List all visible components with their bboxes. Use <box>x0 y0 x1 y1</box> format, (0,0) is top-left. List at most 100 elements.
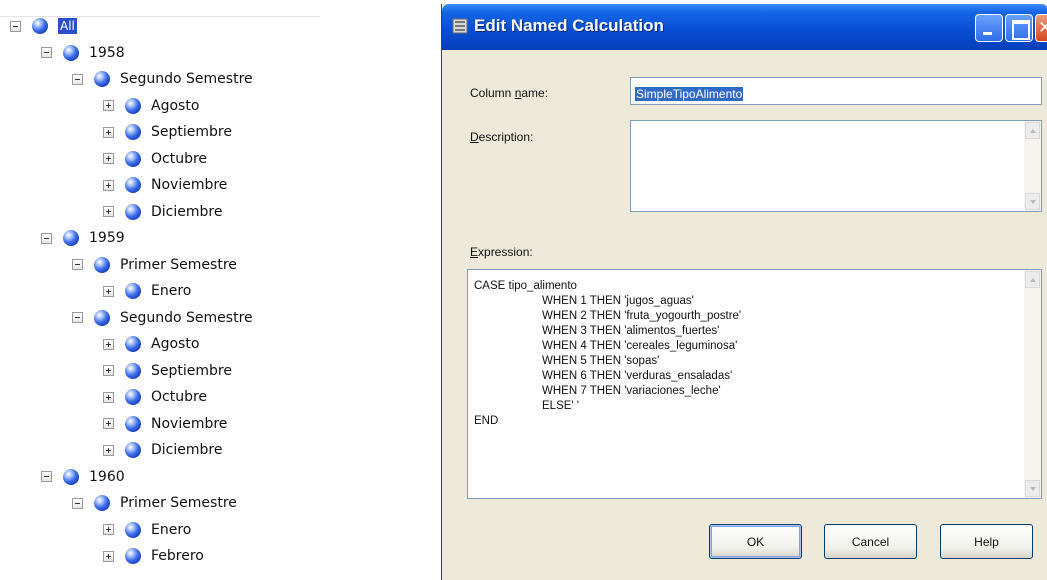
expression-line: WHEN 2 THEN 'fruta_yogourth_postre' <box>542 310 742 322</box>
collapse-icon[interactable] <box>41 47 52 58</box>
tree-node-label: Octubre <box>151 150 208 167</box>
collapse-icon[interactable] <box>72 312 83 323</box>
maximize-button[interactable] <box>1005 14 1033 42</box>
tree-node-label: Noviembre <box>151 177 228 193</box>
tree-node[interactable]: Octubre <box>103 147 207 171</box>
description-textarea[interactable] <box>630 120 1042 212</box>
tree-node[interactable]: All <box>10 14 77 38</box>
column-name-label-post: ame: <box>521 86 549 100</box>
tree-node-label: Primer Semestre <box>120 256 237 273</box>
tree-node[interactable]: Noviembre <box>103 173 227 197</box>
member-sphere-icon <box>125 150 141 167</box>
member-sphere-icon <box>63 230 79 246</box>
expand-icon[interactable] <box>103 153 114 164</box>
tree-node[interactable]: Agosto <box>103 94 199 118</box>
scroll-down-arrow-icon[interactable] <box>1025 193 1040 210</box>
expression-scrollbar[interactable] <box>1024 270 1041 498</box>
expand-icon[interactable] <box>103 126 114 138</box>
tree-node-label: Primer Semestre <box>120 495 237 511</box>
description-label-post: escription: <box>478 130 534 144</box>
tree-node[interactable]: Noviembre <box>103 412 227 436</box>
help-button[interactable]: Help <box>940 524 1033 559</box>
expand-icon[interactable] <box>103 391 114 403</box>
expand-icon[interactable] <box>103 550 114 562</box>
tree-node-label: Septiembre <box>151 124 232 140</box>
expand-icon[interactable] <box>103 524 114 535</box>
expression-textarea[interactable]: CASE tipo_alimento WHEN 1 THEN 'jugos_agu… <box>467 269 1042 499</box>
tree-node-label: 1959 <box>89 230 125 246</box>
cancel-button[interactable]: Cancel <box>824 524 917 559</box>
member-sphere-icon <box>125 362 141 379</box>
tree-node[interactable]: Febrero <box>103 544 204 568</box>
tree-node-label: Segundo Semestre <box>120 71 253 87</box>
collapse-icon[interactable] <box>72 73 83 85</box>
tree-node[interactable]: Agosto <box>103 332 199 356</box>
tree-node-label: Diciembre <box>151 203 223 220</box>
column-name-input[interactable]: SimpleTipoAlimento <box>630 77 1042 105</box>
tree-node[interactable]: Septiembre <box>103 359 232 383</box>
close-button[interactable] <box>1035 14 1047 42</box>
tree-node-label: Septiembre <box>151 362 232 379</box>
tree-node[interactable]: Diciembre <box>103 438 222 462</box>
member-sphere-icon <box>125 415 141 432</box>
member-sphere-icon <box>94 309 110 326</box>
tree-node[interactable]: 1959 <box>41 226 125 250</box>
tree-node-label: Enero <box>151 283 192 299</box>
scroll-up-arrow-icon[interactable] <box>1025 271 1040 288</box>
tree-node[interactable]: Segundo Semestre <box>72 306 253 330</box>
tree-node[interactable]: Octubre <box>103 385 207 409</box>
tree-node[interactable]: Segundo Semestre <box>72 67 253 91</box>
collapse-icon[interactable] <box>72 259 83 270</box>
column-name-value: SimpleTipoAlimento <box>635 87 744 101</box>
scroll-up-arrow-icon[interactable] <box>1025 122 1040 139</box>
column-name-label-pre: Column <box>470 86 515 100</box>
scroll-down-arrow-icon[interactable] <box>1025 480 1040 497</box>
expression-line: WHEN 1 THEN 'jugos_aguas' <box>542 295 694 307</box>
collapse-icon[interactable] <box>41 471 52 482</box>
member-sphere-icon <box>125 177 141 193</box>
collapse-icon[interactable] <box>72 497 83 509</box>
expand-icon[interactable] <box>103 365 114 376</box>
expand-icon[interactable] <box>103 100 114 111</box>
tree-node-label: Diciembre <box>151 442 223 458</box>
expand-icon[interactable] <box>103 285 114 297</box>
tree-node-label: Octubre <box>151 389 208 405</box>
tree-node[interactable]: Septiembre <box>103 120 232 144</box>
tree-node[interactable]: Diciembre <box>103 200 222 224</box>
expression-label-post: xpression: <box>478 245 533 259</box>
expression-text: CASE tipo_alimento WHEN 1 THEN 'jugos_agu… <box>474 279 741 429</box>
description-label: Description: <box>470 130 533 144</box>
dimension-tree: All 1958 Segundo Semestre Agosto Septiembre O… <box>0 0 330 580</box>
tree-node[interactable]: Enero <box>103 518 191 542</box>
expand-icon[interactable] <box>103 206 114 217</box>
expression-line: ELSE' ' <box>542 400 579 412</box>
expand-icon[interactable] <box>103 338 114 350</box>
collapse-icon[interactable] <box>41 232 52 244</box>
ok-button[interactable]: OK <box>709 524 802 559</box>
dialog-title: Edit Named Calculation <box>474 16 664 35</box>
tree-node[interactable]: 1960 <box>41 465 125 489</box>
member-sphere-icon <box>125 336 141 352</box>
expand-icon[interactable] <box>103 418 114 429</box>
edit-named-calculation-dialog: Edit Named Calculation Column name: Simp… <box>441 4 1047 580</box>
expand-icon[interactable] <box>103 444 114 456</box>
dialog-icon <box>452 18 468 34</box>
tree-node[interactable]: 1958 <box>41 41 125 65</box>
tree-node-label: Febrero <box>151 548 204 564</box>
expression-line: END <box>474 415 499 427</box>
tree-node[interactable]: Primer Semestre <box>72 253 237 277</box>
tree-node[interactable]: Primer Semestre <box>72 491 237 515</box>
tree-node-label: Enero <box>151 521 192 538</box>
description-scrollbar[interactable] <box>1024 121 1041 211</box>
expression-line: WHEN 7 THEN 'variaciones_leche' <box>542 385 721 397</box>
tree-node-label: Segundo Semestre <box>120 309 253 326</box>
minimize-button[interactable] <box>975 14 1003 42</box>
member-sphere-icon <box>94 71 110 87</box>
tree-node[interactable]: Enero <box>103 279 191 303</box>
title-bar[interactable]: Edit Named Calculation <box>442 4 1047 50</box>
column-name-label: Column name: <box>470 86 548 100</box>
expand-icon[interactable] <box>103 179 114 191</box>
tree-node-label: 1958 <box>89 44 125 61</box>
tree-node-label: Agosto <box>151 336 200 352</box>
collapse-icon[interactable] <box>10 20 21 32</box>
